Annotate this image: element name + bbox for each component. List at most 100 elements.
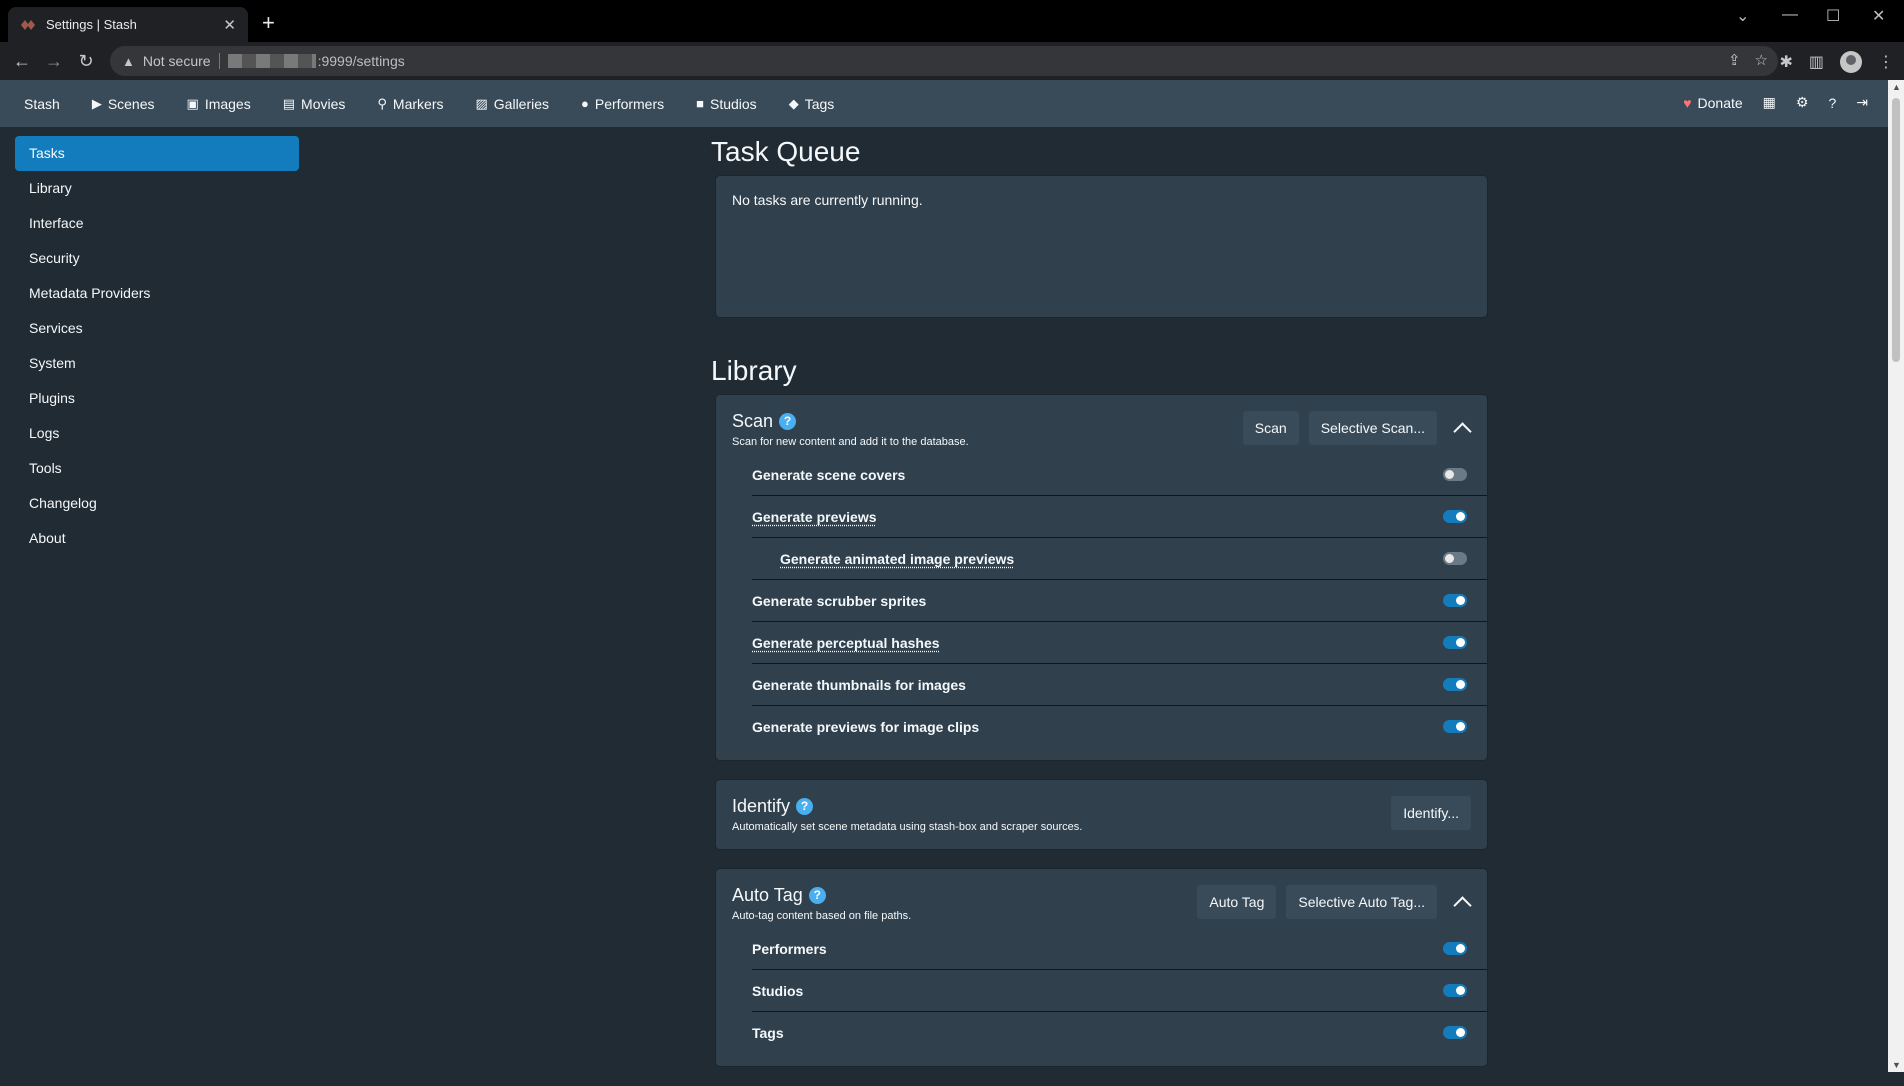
identify-header: Identify ? Automatically set scene metad… <box>732 796 1471 833</box>
window-minimize-icon[interactable]: — <box>1782 6 1798 24</box>
collapse-chevron-up-icon[interactable] <box>1453 893 1471 911</box>
tab-search-chevron-icon[interactable]: ⌄ <box>1736 6 1749 26</box>
window-close-icon[interactable]: ✕ <box>1872 6 1885 26</box>
scan-header: Scan ? Scan for new content and add it t… <box>732 411 1471 448</box>
browser-tab[interactable]: Settings | Stash ✕ <box>8 7 248 42</box>
sidebar-item-interface[interactable]: Interface <box>15 206 299 241</box>
brand-link[interactable]: Stash <box>24 96 60 112</box>
stats-chart-icon[interactable]: ▦ <box>1763 94 1776 111</box>
nav-tags[interactable]: ◆ Tags <box>789 96 835 112</box>
nav-label: Scenes <box>107 95 155 112</box>
sidebar-item-logs[interactable]: Logs <box>15 416 299 451</box>
page-scrollbar[interactable]: ▲ ▼ <box>1888 80 1904 1072</box>
side-panel-icon[interactable]: ▥ <box>1809 52 1824 72</box>
help-question-icon[interactable]: ? <box>796 798 814 815</box>
auto-tag-button[interactable]: Auto Tag <box>1197 885 1277 919</box>
nav-studios[interactable]: ■ Studios <box>696 96 757 112</box>
browser-toolbar: ← → ↻ ▲ Not secure :9999/settings ⇪ ☆ ✱ … <box>0 42 1904 80</box>
nav-label: Galleries <box>493 95 550 112</box>
sidebar-item-library[interactable]: Library <box>15 171 299 206</box>
forward-arrow-icon[interactable]: → <box>38 51 70 72</box>
nav-galleries[interactable]: ▨ Galleries <box>475 96 549 112</box>
donate-button[interactable]: ♥ Donate <box>1683 95 1742 111</box>
task-queue-heading: Task Queue <box>711 136 861 167</box>
address-bar[interactable]: ▲ Not secure :9999/settings ⇪ ☆ <box>110 46 1778 76</box>
identify-button[interactable]: Identify... <box>1391 796 1471 830</box>
option-generate-thumbnails-for-images: Generate thumbnails for images <box>752 664 1487 706</box>
option-generate-previews-for-image-clips: Generate previews for image clips <box>752 706 1487 748</box>
toggle-switch[interactable] <box>1443 984 1467 997</box>
sidebar-item-security[interactable]: Security <box>15 241 299 276</box>
task-queue-empty-text: No tasks are currently running. <box>732 192 923 208</box>
identify-title-block: Identify ? Automatically set scene metad… <box>732 796 1082 833</box>
sidebar-item-tasks[interactable]: Tasks <box>15 136 299 171</box>
donate-label: Donate <box>1697 94 1743 111</box>
toggle-switch[interactable] <box>1443 678 1467 691</box>
toggle-switch[interactable] <box>1443 720 1467 733</box>
option-generate-animated-image-previews: Generate animated image previews <box>752 538 1487 580</box>
kebab-menu-icon[interactable]: ⋮ <box>1878 52 1894 72</box>
reload-icon[interactable]: ↻ <box>70 51 102 72</box>
toggle-switch[interactable] <box>1443 636 1467 649</box>
help-question-icon[interactable]: ? <box>779 413 797 430</box>
sidebar-item-plugins[interactable]: Plugins <box>15 381 299 416</box>
nav-label: Movies <box>301 95 346 112</box>
identify-title-text: Identify <box>732 796 791 816</box>
nav-movies[interactable]: ▤ Movies <box>283 96 346 112</box>
scan-description: Scan for new content and add it to the d… <box>732 436 969 448</box>
help-question-icon[interactable]: ? <box>808 887 826 904</box>
selective-scan-button[interactable]: Selective Scan... <box>1308 411 1437 445</box>
share-icon[interactable]: ⇪ <box>1728 51 1741 69</box>
window-maximize-icon[interactable]: ☐ <box>1826 6 1840 26</box>
bookmark-star-icon[interactable]: ☆ <box>1755 51 1768 69</box>
settings-gear-icon[interactable]: ⚙ <box>1796 94 1809 111</box>
nav-scenes[interactable]: ▶ Scenes <box>92 96 155 112</box>
profile-avatar-icon[interactable] <box>1840 51 1862 73</box>
tab-title: Settings | Stash <box>46 17 137 32</box>
scroll-up-arrow-icon[interactable]: ▲ <box>1892 82 1901 92</box>
toggle-switch[interactable] <box>1443 552 1467 565</box>
back-arrow-icon[interactable]: ← <box>6 51 38 72</box>
option-label: Generate scrubber sprites <box>752 592 927 609</box>
toggle-switch[interactable] <box>1443 942 1467 955</box>
navbar-right: ♥ Donate ▦ ⚙ ? ⇥ <box>1683 94 1868 111</box>
nav-label: Markers <box>392 95 444 112</box>
option-label: Generate thumbnails for images <box>752 676 966 693</box>
collapse-chevron-up-icon[interactable] <box>1453 419 1471 437</box>
sidebar-item-changelog[interactable]: Changelog <box>15 486 299 521</box>
sidebar-item-metadata-providers[interactable]: Metadata Providers <box>15 276 299 311</box>
scrollbar-thumb[interactable] <box>1892 98 1900 362</box>
nav-markers[interactable]: ⚲ Markers <box>377 96 443 112</box>
option-studios: Studios <box>752 970 1487 1012</box>
autotag-buttons: Auto Tag Selective Auto Tag... <box>1197 885 1471 919</box>
scroll-down-arrow-icon[interactable]: ▼ <box>1892 1060 1901 1070</box>
option-label: Generate perceptual hashes <box>752 634 940 651</box>
nav-images[interactable]: ▣ Images <box>187 96 251 112</box>
option-label: Generate previews <box>752 508 877 525</box>
app-navbar: Stash ▶ Scenes ▣ Images ▤ Movies ⚲ Markers ▨… <box>0 80 1888 127</box>
tab-close-icon[interactable]: ✕ <box>223 16 236 34</box>
sidebar-item-services[interactable]: Services <box>15 311 299 346</box>
toggle-switch[interactable] <box>1443 510 1467 523</box>
toggle-switch[interactable] <box>1443 1026 1467 1039</box>
autotag-description: Auto-tag content based on file paths. <box>732 910 912 922</box>
omnibox-actions: ⇪ ☆ <box>1728 51 1768 69</box>
sidebar-item-system[interactable]: System <box>15 346 299 381</box>
extensions-puzzle-icon[interactable]: ✱ <box>1779 52 1792 72</box>
toggle-switch[interactable] <box>1443 594 1467 607</box>
security-label: Not secure <box>142 53 211 69</box>
nav-performers[interactable]: ● Performers <box>581 96 664 112</box>
selective-auto-tag-button[interactable]: Selective Auto Tag... <box>1286 885 1437 919</box>
task-queue-card: No tasks are currently running. <box>716 176 1487 317</box>
nav-label: Studios <box>709 95 757 112</box>
new-tab-button[interactable]: + <box>262 12 275 34</box>
images-icon: ▨ <box>475 95 488 111</box>
sidebar-item-about[interactable]: About <box>15 521 299 556</box>
toggle-switch[interactable] <box>1443 468 1467 481</box>
sidebar-item-tools[interactable]: Tools <box>15 451 299 486</box>
toolbar-actions: ✱ ▥ ⋮ <box>1779 51 1894 73</box>
scan-card: Scan ? Scan for new content and add it t… <box>716 395 1487 760</box>
logout-icon[interactable]: ⇥ <box>1856 94 1868 111</box>
scan-button[interactable]: Scan <box>1242 411 1299 445</box>
help-circle-icon[interactable]: ? <box>1828 95 1836 111</box>
